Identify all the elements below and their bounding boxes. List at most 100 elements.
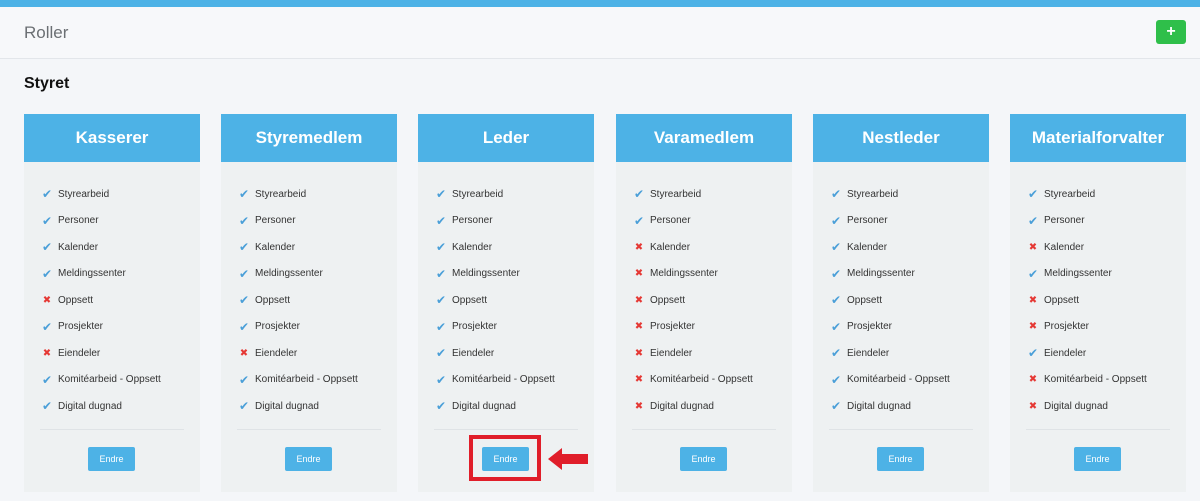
edit-button[interactable]: Endre bbox=[285, 447, 332, 471]
permission-item: ✔ Styrearbeid bbox=[830, 181, 950, 208]
permission-label: Digital dugnad bbox=[847, 400, 911, 412]
permission-list: ✔ Styrearbeid ✔ Personer ✔ Kalender ✔ Meldingss… bbox=[41, 181, 161, 420]
role-card: Nestleder ✔ Styrearbeid ✔ Personer ✔ Kalender… bbox=[813, 114, 989, 492]
checkmark-icon: ✔ bbox=[1027, 346, 1039, 361]
permission-item: ✔ Komitéarbeid - Oppsett bbox=[238, 367, 358, 394]
cross-icon: ✖ bbox=[42, 294, 52, 306]
add-role-button[interactable]: + bbox=[1156, 20, 1186, 44]
divider bbox=[40, 429, 184, 430]
permission-item: ✔ Meldingssenter bbox=[41, 261, 161, 288]
divider bbox=[434, 429, 578, 430]
checkmark-icon: ✔ bbox=[41, 187, 53, 202]
permission-label: Digital dugnad bbox=[650, 400, 714, 412]
permission-item: ✔ Personer bbox=[1027, 208, 1147, 235]
edit-button[interactable]: Endre bbox=[877, 447, 924, 471]
checkmark-icon: ✔ bbox=[435, 187, 447, 202]
checkmark-icon: ✔ bbox=[435, 240, 447, 255]
permission-item: ✖ Meldingssenter bbox=[633, 261, 753, 288]
permission-item: ✖ Eiendeler bbox=[41, 340, 161, 367]
permission-item: ✔ Personer bbox=[238, 208, 358, 235]
permission-item: ✔ Komitéarbeid - Oppsett bbox=[830, 367, 950, 394]
permission-item: ✔ Meldingssenter bbox=[435, 261, 555, 288]
checkmark-icon: ✔ bbox=[830, 213, 842, 228]
permission-label: Meldingssenter bbox=[847, 268, 915, 280]
permission-item: ✖ Eiendeler bbox=[238, 340, 358, 367]
permission-item: ✔ Styrearbeid bbox=[41, 181, 161, 208]
permission-item: ✔ Personer bbox=[435, 208, 555, 235]
permission-item: ✔ Personer bbox=[41, 208, 161, 235]
divider bbox=[1026, 429, 1170, 430]
cross-icon: ✖ bbox=[42, 347, 52, 359]
permission-label: Kalender bbox=[255, 241, 296, 253]
permission-label: Styrearbeid bbox=[650, 188, 702, 200]
edit-button[interactable]: Endre bbox=[88, 447, 135, 471]
permission-label: Styrearbeid bbox=[847, 188, 899, 200]
permission-item: ✔ Styrearbeid bbox=[1027, 181, 1147, 208]
edit-button[interactable]: Endre bbox=[1074, 447, 1121, 471]
permission-item: ✔ Personer bbox=[830, 208, 950, 235]
permission-item: ✖ Kalender bbox=[633, 234, 753, 261]
cross-icon: ✖ bbox=[634, 347, 644, 359]
highlight-box bbox=[469, 435, 541, 481]
permission-item: ✖ Digital dugnad bbox=[633, 393, 753, 420]
permission-item: ✔ Komitéarbeid - Oppsett bbox=[41, 367, 161, 394]
permission-item: ✔ Kalender bbox=[830, 234, 950, 261]
checkmark-icon: ✔ bbox=[435, 319, 447, 334]
permission-list: ✔ Styrearbeid ✔ Personer ✔ Kalender ✔ Meldingss… bbox=[435, 181, 555, 420]
cross-icon: ✖ bbox=[1028, 374, 1038, 386]
page-title: Roller bbox=[24, 23, 69, 42]
permission-item: ✖ Prosjekter bbox=[1027, 314, 1147, 341]
permission-label: Oppsett bbox=[650, 294, 686, 306]
cross-icon: ✖ bbox=[634, 374, 644, 386]
checkmark-icon: ✔ bbox=[41, 266, 53, 281]
cross-icon: ✖ bbox=[634, 268, 644, 280]
permission-label: Personer bbox=[650, 215, 691, 227]
permission-label: Prosjekter bbox=[452, 321, 498, 333]
checkmark-icon: ✔ bbox=[41, 319, 53, 334]
role-name: Nestleder bbox=[813, 114, 989, 162]
checkmark-icon: ✔ bbox=[633, 187, 645, 202]
divider bbox=[829, 429, 973, 430]
permission-label: Meldingssenter bbox=[452, 268, 520, 280]
checkmark-icon: ✔ bbox=[238, 187, 250, 202]
permission-item: ✔ Styrearbeid bbox=[238, 181, 358, 208]
checkmark-icon: ✔ bbox=[830, 266, 842, 281]
checkmark-icon: ✔ bbox=[238, 240, 250, 255]
permission-item: ✔ Meldingssenter bbox=[830, 261, 950, 288]
permission-label: Prosjekter bbox=[650, 321, 696, 333]
permission-item: ✔ Oppsett bbox=[830, 287, 950, 314]
permission-label: Kalender bbox=[847, 241, 888, 253]
permission-item: ✔ Digital dugnad bbox=[830, 393, 950, 420]
permission-item: ✔ Eiendeler bbox=[1027, 340, 1147, 367]
permission-label: Komitéarbeid - Oppsett bbox=[255, 374, 358, 386]
permission-item: ✔ Meldingssenter bbox=[238, 261, 358, 288]
cross-icon: ✖ bbox=[1028, 400, 1038, 412]
role-card: Styremedlem ✔ Styrearbeid ✔ Personer ✔ Kalend… bbox=[221, 114, 397, 492]
checkmark-icon: ✔ bbox=[238, 319, 250, 334]
checkmark-icon: ✔ bbox=[435, 266, 447, 281]
edit-button[interactable]: Endre bbox=[680, 447, 727, 471]
permission-label: Meldingssenter bbox=[255, 268, 323, 280]
checkmark-icon: ✔ bbox=[238, 293, 250, 308]
permission-label: Personer bbox=[847, 215, 888, 227]
permission-item: ✔ Styrearbeid bbox=[435, 181, 555, 208]
permission-item: ✔ Personer bbox=[633, 208, 753, 235]
permission-label: Eiendeler bbox=[452, 347, 495, 359]
checkmark-icon: ✔ bbox=[1027, 266, 1039, 281]
cross-icon: ✖ bbox=[634, 241, 644, 253]
role-card: Materialforvalter ✔ Styrearbeid ✔ Personer ✖… bbox=[1010, 114, 1186, 492]
role-name: Styremedlem bbox=[221, 114, 397, 162]
permission-item: ✔ Styrearbeid bbox=[633, 181, 753, 208]
permission-item: ✖ Komitéarbeid - Oppsett bbox=[1027, 367, 1147, 394]
checkmark-icon: ✔ bbox=[830, 399, 842, 414]
checkmark-icon: ✔ bbox=[435, 213, 447, 228]
permission-label: Meldingssenter bbox=[58, 268, 126, 280]
permission-label: Kalender bbox=[452, 241, 493, 253]
permission-label: Digital dugnad bbox=[1044, 400, 1108, 412]
cross-icon: ✖ bbox=[634, 321, 644, 333]
permission-label: Oppsett bbox=[847, 294, 883, 306]
top-accent-bar bbox=[0, 0, 1200, 7]
permission-item: ✔ Prosjekter bbox=[435, 314, 555, 341]
permission-label: Digital dugnad bbox=[255, 400, 319, 412]
permission-label: Prosjekter bbox=[847, 321, 893, 333]
